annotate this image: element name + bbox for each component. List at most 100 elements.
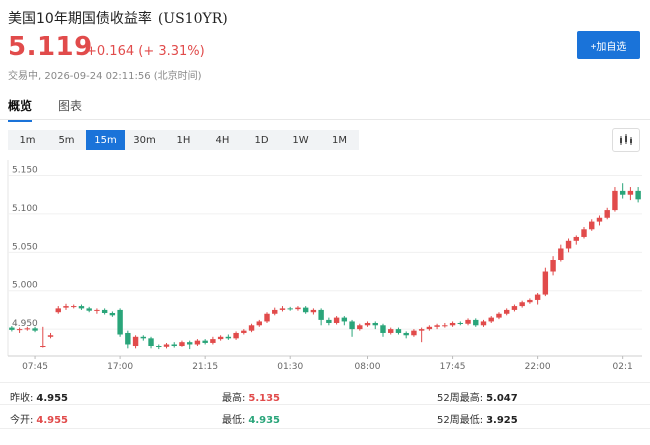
candlestick-chart[interactable]: 5.150 5.100 5.050 5.000 4.950 07:45 17:00 21:15… <box>0 158 650 373</box>
candle-body <box>449 322 456 326</box>
candle-body <box>63 306 69 308</box>
candle-body <box>596 217 603 222</box>
price-change: +0.164 (+ 3.31%) <box>86 44 205 59</box>
candle-body <box>140 336 147 339</box>
y-tick-label: 5.100 <box>12 204 38 214</box>
tabs-divider <box>0 119 650 120</box>
x-tick-label: 17:45 <box>440 362 466 372</box>
stat-prev-close: 昨收: 4.955 <box>10 393 69 404</box>
candle-body <box>24 328 31 330</box>
y-tick-label: 5.000 <box>12 281 38 291</box>
candle-body <box>589 221 595 230</box>
candle-body <box>179 342 185 347</box>
stats-divider <box>0 428 650 429</box>
candle-body <box>511 306 518 310</box>
candle-body <box>388 329 394 333</box>
candle-body <box>635 190 641 200</box>
instrument-name: 美国10年期国债收益率 <box>8 11 152 27</box>
instrument-code: (US10YR) <box>157 11 228 27</box>
candle-body <box>117 309 123 335</box>
period-1w[interactable]: 1W <box>281 130 320 150</box>
stat-52wk-high-value: 5.047 <box>486 393 518 404</box>
add-to-watchlist-button[interactable]: +加自选 <box>577 31 640 59</box>
period-5m[interactable]: 5m <box>47 130 86 150</box>
candle-body <box>333 317 340 323</box>
period-4h[interactable]: 4H <box>203 130 242 150</box>
candle-body <box>279 308 286 310</box>
candle-body <box>78 306 85 309</box>
x-tick-label: 07:45 <box>22 362 48 372</box>
period-1mo[interactable]: 1M <box>320 130 359 150</box>
candle-body <box>71 306 77 308</box>
candle-body <box>519 302 525 307</box>
candle-body <box>434 325 440 327</box>
y-tick-label: 5.150 <box>12 166 38 176</box>
y-tick-label: 5.050 <box>12 242 38 252</box>
period-1h[interactable]: 1H <box>164 130 203 150</box>
candle-body <box>225 336 232 339</box>
period-30m[interactable]: 30m <box>125 130 164 150</box>
candle-body <box>233 332 239 339</box>
stat-high: 最高: 5.135 <box>222 393 281 404</box>
candle-body <box>619 190 626 195</box>
stats-divider <box>0 382 650 383</box>
candle-body <box>318 309 324 320</box>
current-price: 5.119 <box>8 32 93 62</box>
stat-52wk-high: 52周最高: 5.047 <box>437 393 518 404</box>
stat-52wk-low-value: 3.925 <box>486 415 518 426</box>
candle-body <box>364 322 371 326</box>
candle-body <box>473 319 479 326</box>
candle-body <box>395 329 402 333</box>
candle-body <box>534 294 541 300</box>
candle-body <box>40 346 46 348</box>
candle-body <box>125 332 131 345</box>
candle-body <box>612 190 618 211</box>
candle-body <box>156 346 162 348</box>
candle-body <box>264 313 270 322</box>
page-title: 美国10年期国债收益率 (US10YR) <box>8 8 228 28</box>
candle-body <box>248 325 255 331</box>
candle-body <box>372 322 378 326</box>
x-tick-label: 02:1 <box>613 362 633 372</box>
stat-high-value: 5.135 <box>248 393 281 404</box>
candle-body <box>32 328 38 331</box>
trading-status: 交易中, 2026-09-24 02:11:56 (北京时间) <box>8 71 202 82</box>
stat-prev-close-value: 4.955 <box>36 393 69 404</box>
candle-body <box>9 327 15 330</box>
candle-body <box>148 338 154 347</box>
candle-body <box>550 260 556 272</box>
chart-type-button[interactable] <box>612 128 640 152</box>
candle-body <box>295 307 301 310</box>
candle-body <box>47 335 54 337</box>
period-1d[interactable]: 1D <box>242 130 281 150</box>
candle-body <box>488 317 494 322</box>
period-15m[interactable]: 15m <box>86 130 125 150</box>
candle-body <box>503 309 510 314</box>
candle-body <box>357 325 363 330</box>
candle-body <box>326 319 332 323</box>
stat-low-value: 4.935 <box>248 415 281 426</box>
candle-body <box>217 336 224 340</box>
candle-body <box>480 321 487 326</box>
candle-body <box>132 336 139 347</box>
x-tick-label: 21:15 <box>192 362 218 372</box>
candle-body <box>109 312 116 316</box>
candle-body <box>186 342 193 345</box>
candle-body <box>581 229 587 237</box>
candle-body <box>565 240 572 249</box>
stat-low: 最低: 4.935 <box>222 415 281 426</box>
y-tick-label: 4.950 <box>12 319 38 329</box>
candle-body <box>604 210 610 218</box>
candle-body <box>341 317 348 322</box>
candle-body <box>496 313 502 318</box>
candle-body <box>202 340 208 343</box>
period-selector: 1m 5m 15m 30m 1H 4H 1D 1W 1M <box>8 130 359 150</box>
candle-body <box>210 339 216 343</box>
x-tick-label: 01:30 <box>277 362 303 372</box>
candle-body <box>573 236 579 241</box>
candle-body <box>418 329 425 331</box>
period-1m[interactable]: 1m <box>8 130 47 150</box>
candle-body <box>465 319 471 324</box>
candle-body <box>426 326 433 330</box>
candle-body <box>171 344 177 347</box>
